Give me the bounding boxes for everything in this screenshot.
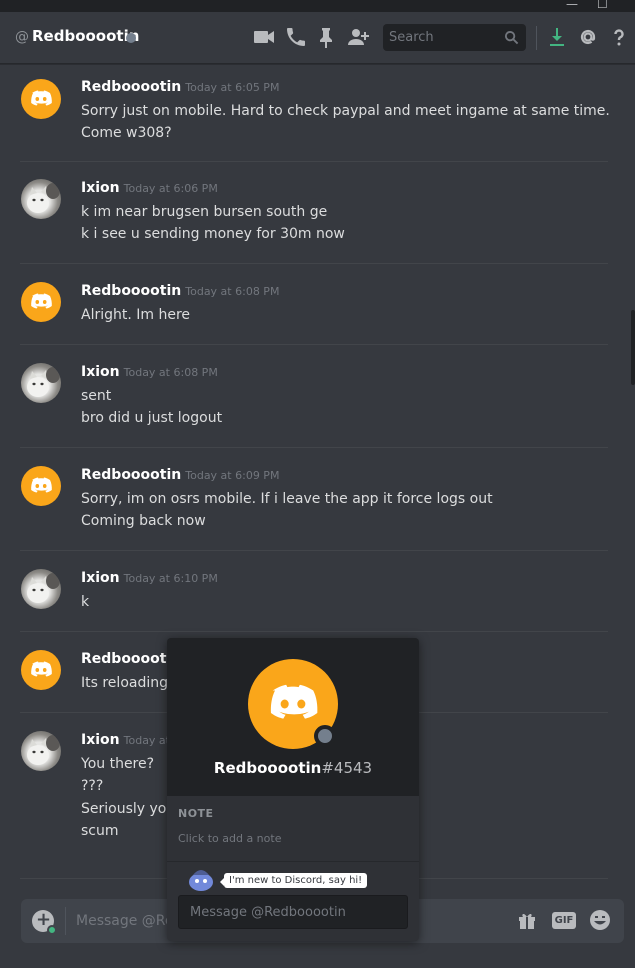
avatar[interactable] [21,363,61,403]
message-timestamp: Today at 6:08 PM [123,366,218,379]
discord-logo-icon [31,293,52,309]
message-text: Seriously you [81,801,176,817]
gif-button[interactable]: GIF [552,912,576,929]
video-call-icon[interactable] [252,25,276,49]
message-timestamp: Today at 6:10 PM [123,572,218,585]
mention-icon[interactable] [576,25,600,49]
message-text: sent [81,388,112,404]
avatar[interactable] [21,731,61,771]
composer-divider [65,907,66,935]
cat-photo-icon [27,735,60,765]
message-divider [20,631,608,632]
search-placeholder: Search [389,30,434,45]
avatar[interactable] [21,282,61,322]
pin-icon[interactable] [314,25,338,49]
note-field[interactable]: Click to add a note [178,832,281,845]
header-divider [536,26,537,50]
avatar[interactable] [21,650,61,690]
message-text: Alright. Im here [81,307,191,323]
at-symbol: @ [15,29,29,45]
channel-header: @ Redbooootin Search [0,12,635,64]
voice-call-icon[interactable] [284,25,308,49]
message-divider [20,263,608,264]
message-text: k i see u sending money for 30m now [81,226,345,242]
dm-message-input[interactable]: Message @Redbooootin [178,895,408,929]
message-author[interactable]: Ixion Today at 6:10 PM [81,570,218,586]
discord-logo-icon [31,661,52,677]
message-text: Come w308? [81,125,172,141]
message-text: k [81,594,90,610]
user-profile-popout: Redbooootin#4543 NOTE Click to add a not… [167,638,419,941]
maximize-button[interactable]: ☐ [597,0,608,10]
message-divider [20,550,608,551]
message-author[interactable]: Redbooootin Today at 6:05 PM [81,79,279,95]
say-hi-tooltip: I'm new to Discord, say hi! [224,873,368,888]
message-timestamp: Today at 6:08 PM [185,285,280,298]
popout-header: Redbooootin#4543 [167,638,419,796]
message-text: k im near brugsen bursen south ge [81,204,328,220]
offline-status-icon [314,725,336,747]
cat-photo-icon [27,367,60,397]
gift-icon[interactable] [516,909,538,931]
upload-button[interactable]: + [32,909,57,935]
message-timestamp: Today at 6:06 PM [123,182,218,195]
message-timestamp: Today at 6:09 PM [185,469,280,482]
discord-logo-icon [31,477,52,493]
avatar[interactable] [21,466,61,506]
message-text: bro did u just logout [81,410,223,426]
download-icon[interactable] [545,25,569,49]
message-timestamp: Today at 6:05 PM [185,81,280,94]
title-bar: — ☐ [0,0,635,12]
message-text: Coming back now [81,513,206,529]
cat-photo-icon [27,183,60,213]
popout-username: Redbooootin#4543 [213,759,373,777]
message-text: Its reloading [81,675,168,691]
avatar[interactable] [21,569,61,609]
avatar[interactable] [21,179,61,219]
popout-divider [167,861,419,862]
search-icon [504,30,519,45]
note-heading: NOTE [178,807,214,820]
message-author[interactable]: Ixion Today at 6:06 PM [81,180,218,196]
add-friend-icon[interactable] [346,25,370,49]
offline-status-icon [126,33,136,43]
scrollbar-thumb[interactable] [631,310,635,385]
message-author[interactable]: Redbooootin Today at 6:08 PM [81,283,279,299]
message-divider [20,161,608,162]
message-author[interactable]: Redbooootin Today at 6:09 PM [81,467,279,483]
minimize-button[interactable]: — [566,0,578,10]
discriminator: #4543 [321,759,373,777]
message-author[interactable]: Ixion Today at 6 [81,732,180,748]
message-text: Sorry, im on osrs mobile. If i leave the… [81,491,493,507]
dm-input-placeholder: Message @Redbooootin [190,905,346,920]
message-text: You there? [81,756,155,772]
avatar[interactable] [21,79,61,119]
discord-logo-icon [31,90,52,106]
message-divider [20,344,608,345]
cat-photo-icon [27,573,60,603]
message-divider [20,447,608,448]
message-text: ??? [81,778,104,794]
message-text: Sorry just on mobile. Hard to check payp… [81,103,610,119]
help-icon[interactable] [607,25,631,49]
message-author[interactable]: Ixion Today at 6:08 PM [81,364,218,380]
wumpus-icon [189,870,213,891]
search-box[interactable]: Search [383,24,526,51]
emoji-icon[interactable] [589,909,611,931]
message-text: scum [81,823,119,839]
dm-username: Redbooootin [32,27,140,45]
upload-badge-icon [47,925,57,935]
